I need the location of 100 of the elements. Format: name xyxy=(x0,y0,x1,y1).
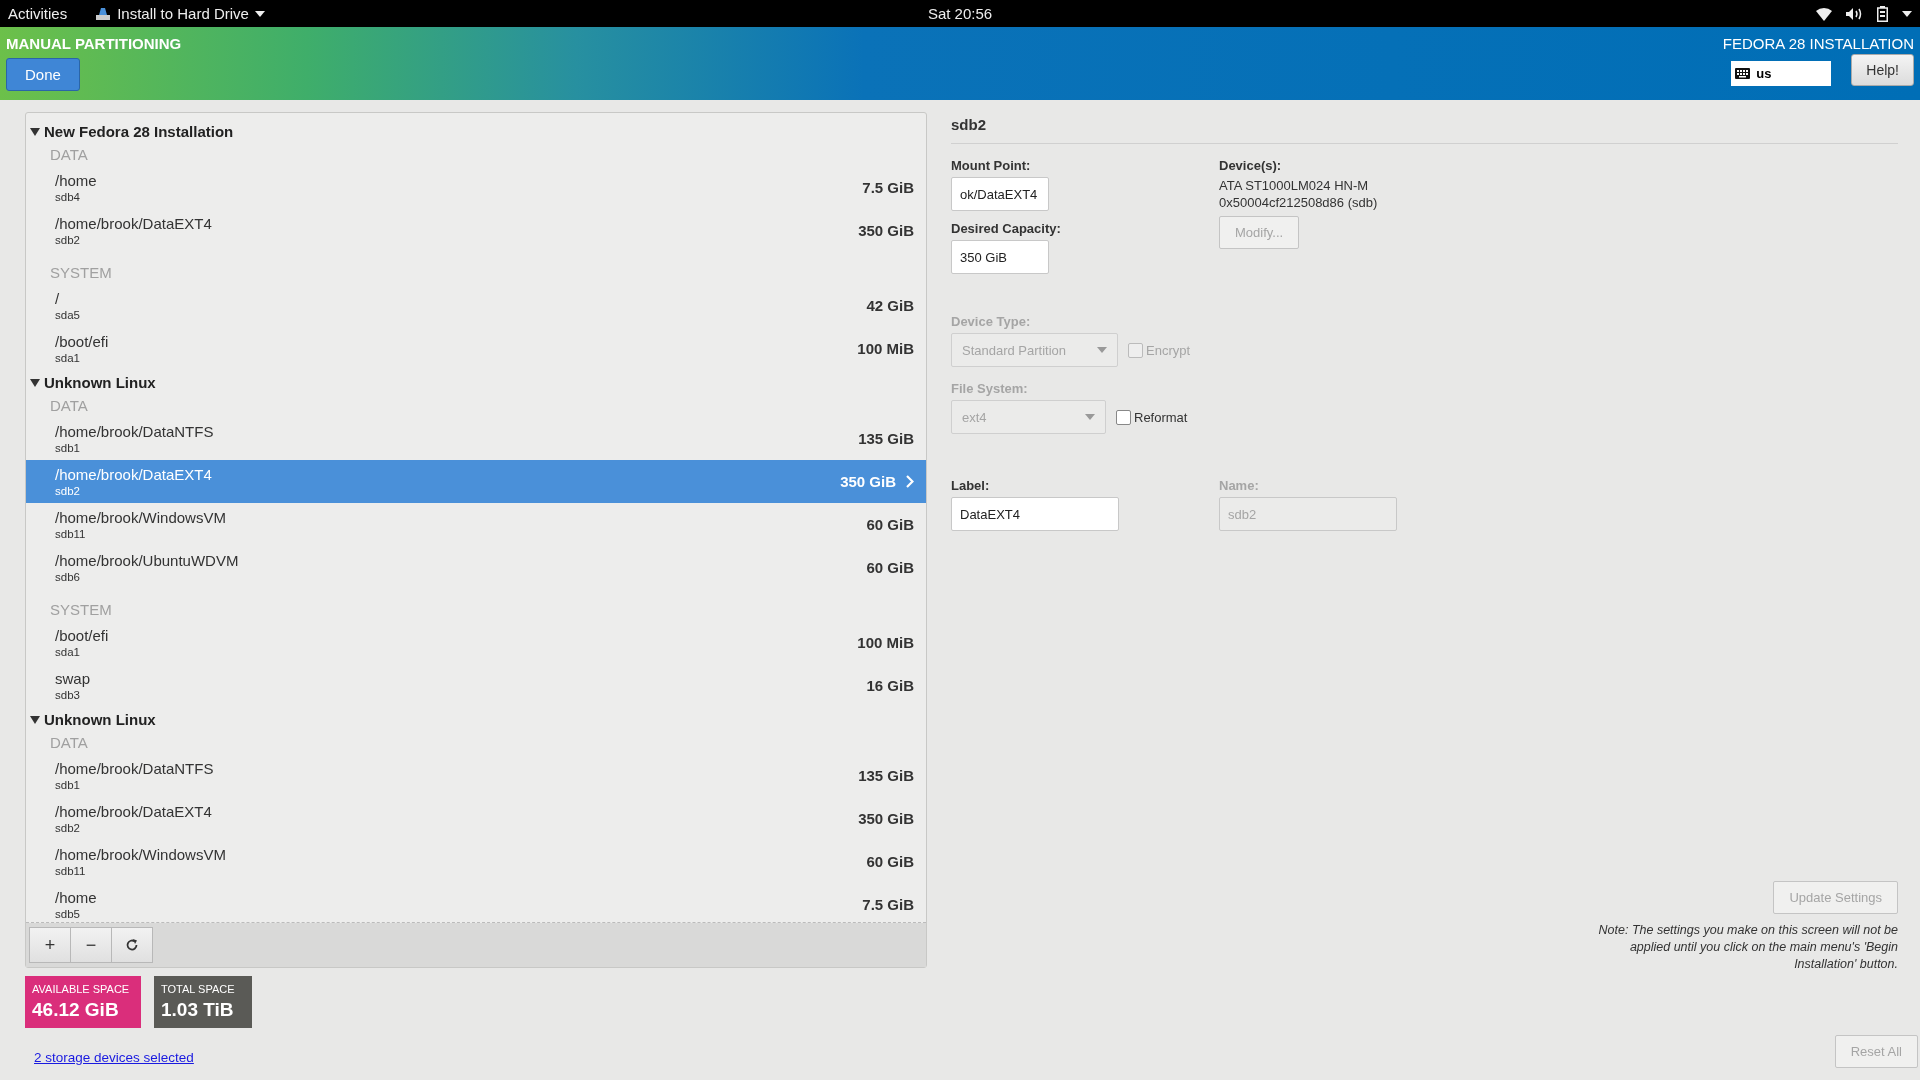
device-text: sdb2 xyxy=(55,234,81,246)
partition-row[interactable]: swap sdb3 16 GiB xyxy=(26,664,926,707)
size-text: 60 GiB xyxy=(866,559,914,576)
clock-text[interactable]: Sat 20:56 xyxy=(927,5,993,22)
refresh-icon xyxy=(125,938,139,952)
product-title: FEDORA 28 INSTALLATION xyxy=(1722,35,1914,52)
size-text: 350 GiB xyxy=(840,473,896,490)
mount-point-text: /boot/efi xyxy=(55,333,110,350)
size-text: 350 GiB xyxy=(858,810,914,827)
label-field[interactable]: DataEXT4 xyxy=(951,497,1119,531)
mount-point-text: /home/brook/DataEXT4 xyxy=(55,215,213,232)
file-system-label: File System: xyxy=(951,381,1029,396)
expanded-triangle-icon[interactable] xyxy=(30,715,40,724)
size-text: 100 MiB xyxy=(857,340,914,357)
expanded-triangle-icon[interactable] xyxy=(30,378,40,387)
add-button[interactable]: + xyxy=(29,927,71,963)
device-text: sdb5 xyxy=(55,908,81,920)
mount-point-text: /home/brook/UbuntuWDVM xyxy=(55,552,240,569)
name-label: Name: xyxy=(1219,478,1260,493)
help-button[interactable]: Help! xyxy=(1851,54,1914,86)
caret-icon[interactable] xyxy=(1902,10,1912,17)
size-text: 100 MiB xyxy=(857,634,914,651)
refresh-button[interactable] xyxy=(111,927,153,963)
mount-point-text: /home/brook/DataEXT4 xyxy=(55,466,213,483)
partition-row[interactable]: /home sdb5 7.5 GiB xyxy=(26,883,926,922)
caret-icon xyxy=(1085,414,1095,420)
remove-button[interactable]: − xyxy=(70,927,112,963)
desired-capacity-field[interactable]: 350 GiB xyxy=(951,240,1049,274)
caret-icon xyxy=(1097,347,1107,353)
section-label: SYSTEM xyxy=(49,600,113,620)
activities-button[interactable]: Activities xyxy=(8,5,68,22)
screen-title: MANUAL PARTITIONING xyxy=(6,35,182,52)
available-space-value: 46.12 GiB xyxy=(32,999,120,1021)
partition-title: sdb2 xyxy=(951,112,1898,144)
mount-point-text: /home/brook/WindowsVM xyxy=(55,846,227,863)
device-description: ATA ST1000LM024 HN-M 0x50004cf212508d86 (sdb) xyxy=(1219,177,1379,211)
size-text: 135 GiB xyxy=(858,430,914,447)
device-text: sdb4 xyxy=(55,191,81,203)
device-text: sda1 xyxy=(55,646,81,658)
note-text: Note: The settings you make on this screen will not be applied until you click on the main menu's 'Begin Installation' button. xyxy=(1597,922,1898,973)
group-header[interactable]: Unknown Linux xyxy=(26,707,926,732)
mount-point-text: /home/brook/WindowsVM xyxy=(55,509,227,526)
device-text: sdb3 xyxy=(55,689,81,701)
group-header[interactable]: Unknown Linux xyxy=(26,370,926,395)
partition-row[interactable]: /boot/efi sda1 100 MiB xyxy=(26,327,926,370)
partition-row[interactable]: / sda5 42 GiB xyxy=(26,284,926,327)
size-text: 7.5 GiB xyxy=(862,896,914,913)
section-label: SYSTEM xyxy=(49,263,113,283)
section-label: DATA xyxy=(49,733,89,753)
device-text: sdb1 xyxy=(55,442,81,454)
partition-row[interactable]: /home/brook/WindowsVM sdb11 60 GiB xyxy=(26,840,926,883)
device-type-label: Device Type: xyxy=(951,314,1032,329)
caret-icon xyxy=(254,10,265,17)
desired-capacity-label: Desired Capacity: xyxy=(951,221,1062,236)
size-text: 60 GiB xyxy=(866,516,914,533)
partition-row[interactable]: /home/brook/UbuntuWDVM sdb6 60 GiB xyxy=(26,546,926,589)
size-text: 60 GiB xyxy=(866,853,914,870)
device-text: sdb1 xyxy=(55,779,81,791)
mount-point-text: /boot/efi xyxy=(55,627,110,644)
keyboard-icon xyxy=(1735,68,1751,79)
mount-point-text: / xyxy=(55,290,61,307)
mount-point-text: /home xyxy=(55,889,98,906)
device-text: sdb11 xyxy=(55,865,87,877)
battery-icon[interactable] xyxy=(1877,5,1888,22)
device-text: sda5 xyxy=(55,309,81,321)
device-text: sdb2 xyxy=(55,822,81,834)
size-text: 135 GiB xyxy=(858,767,914,784)
mount-point-label: Mount Point: xyxy=(951,158,1032,173)
chevron-right-icon xyxy=(906,475,914,488)
mount-point-text: /home/brook/DataNTFS xyxy=(55,423,215,440)
mount-point-text: swap xyxy=(55,670,92,687)
wifi-icon[interactable] xyxy=(1816,6,1832,21)
partition-row[interactable]: /home/brook/DataNTFS sdb1 135 GiB xyxy=(26,754,926,797)
partition-row[interactable]: /home/brook/DataNTFS sdb1 135 GiB xyxy=(26,417,926,460)
available-space-label: AVAILABLE SPACE xyxy=(32,983,131,995)
partition-row[interactable]: /boot/efi sda1 100 MiB xyxy=(26,621,926,664)
label-label: Label: xyxy=(951,478,991,493)
device-text: sda1 xyxy=(55,352,81,364)
partition-row[interactable]: /home/brook/DataEXT4 sdb2 350 GiB xyxy=(26,797,926,840)
section-label: DATA xyxy=(49,396,89,416)
installer-icon xyxy=(95,6,112,21)
group-header[interactable]: New Fedora 28 Installation xyxy=(26,119,926,144)
device-text: sdb11 xyxy=(55,528,87,540)
expanded-triangle-icon[interactable] xyxy=(30,127,40,136)
partition-row[interactable]: /home sdb4 7.5 GiB xyxy=(26,166,926,209)
mount-point-text: /home/brook/DataEXT4 xyxy=(55,803,213,820)
total-space-label: TOTAL SPACE xyxy=(161,983,236,995)
keyboard-layout-field[interactable]: us xyxy=(1731,61,1832,86)
section-label: DATA xyxy=(49,145,89,165)
size-text: 350 GiB xyxy=(858,222,914,239)
mount-point-text: /home/brook/DataNTFS xyxy=(55,760,215,777)
app-menu[interactable]: Install to Hard Drive xyxy=(95,5,265,22)
done-button[interactable]: Done xyxy=(6,58,80,91)
size-text: 7.5 GiB xyxy=(862,179,914,196)
partition-row[interactable]: /home/brook/DataEXT4 sdb2 350 GiB xyxy=(26,209,926,252)
partition-row[interactable]: /home/brook/WindowsVM sdb11 60 GiB xyxy=(26,503,926,546)
volume-icon[interactable] xyxy=(1846,6,1863,21)
mount-point-field[interactable]: ok/DataEXT4 xyxy=(951,177,1049,211)
device-text: sdb6 xyxy=(55,571,81,583)
storage-devices-link[interactable]: 2 storage devices selected xyxy=(34,1050,194,1065)
